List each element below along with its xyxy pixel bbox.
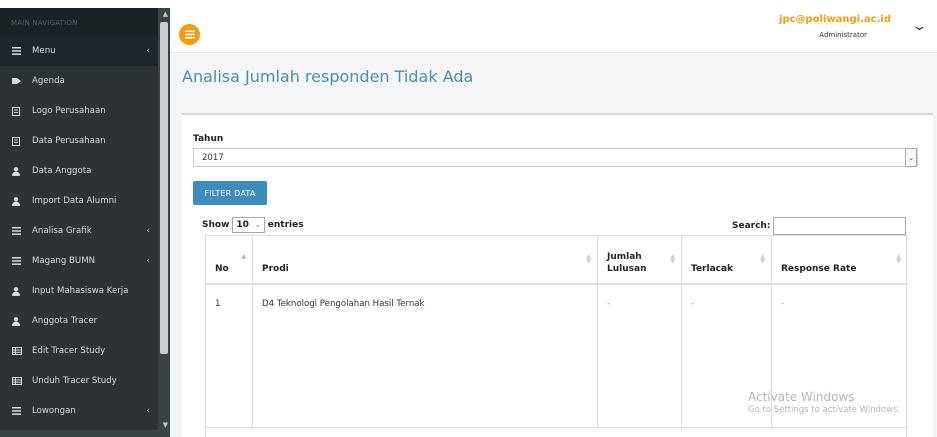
search-label: Search:: [732, 221, 771, 231]
sidebar-item-input-mahasiswa-kerja[interactable]: Input Mahasiswa Kerja: [0, 276, 170, 306]
sidebar-item-data-perusahaan[interactable]: Data Perusahaan: [0, 126, 170, 156]
column-header-prodi[interactable]: Prodi ▲ ▼: [253, 236, 598, 286]
sidebar-item-label: Anggota Tracer: [32, 316, 98, 326]
activate-windows-subtitle: Go to Settings to activate Windows.: [748, 405, 901, 415]
document-icon: [12, 136, 26, 146]
sidebar-menu: Menu ‹ Agenda Logo Perusahaan Data Perus…: [0, 36, 170, 426]
column-header-terlacak[interactable]: Terlacak ▲ ▼: [682, 236, 772, 286]
filter-data-button[interactable]: FILTER DATA: [193, 181, 267, 205]
top-strip: [0, 0, 937, 8]
activate-windows-title: Activate Windows: [748, 390, 855, 404]
top-navbar: jpc@poliwangi.ac.id Administrator ⌄: [170, 8, 937, 53]
table-row-next: [206, 427, 908, 437]
scroll-down-icon[interactable]: ▼: [163, 421, 168, 429]
scroll-up-icon[interactable]: ▲: [163, 10, 168, 18]
sidebar-header: MAIN NAVIGATION: [0, 8, 170, 36]
user-email[interactable]: jpc@poliwangi.ac.id: [779, 14, 891, 25]
user-icon: [12, 166, 26, 176]
tahun-select-value: 2017: [202, 153, 224, 163]
sort-icon: ▲ ▼: [896, 253, 901, 265]
bars-icon: [12, 47, 26, 55]
bars-icon: [12, 407, 26, 415]
sidebar-item-agenda[interactable]: Agenda: [0, 66, 170, 96]
sidebar-item-unduh-tracer-study[interactable]: Unduh Tracer Study: [0, 366, 170, 396]
sidebar-item-menu[interactable]: Menu ‹: [0, 36, 170, 66]
sidebar-item-magang-bumn[interactable]: Magang BUMN ‹: [0, 246, 170, 276]
search-input[interactable]: [773, 217, 906, 235]
sidebar-item-label: Edit Tracer Study: [32, 346, 106, 356]
document-icon: [12, 106, 26, 116]
sidebar-item-label: Data Anggota: [32, 166, 92, 176]
bars-icon: [12, 227, 26, 235]
user-icon: [12, 286, 26, 296]
sidebar-item-label: Agenda: [32, 76, 65, 86]
tahun-select[interactable]: 2017 ⌄: [193, 148, 918, 167]
sidebar-scroll-thumb[interactable]: [160, 22, 168, 354]
chevron-left-icon: ‹: [146, 256, 150, 266]
filter-box: Tahun 2017 ⌄ FILTER DATA Show 10 ⌄ entri…: [182, 113, 933, 437]
sidebar-item-label: Analisa Grafik: [32, 226, 92, 236]
table-header-row: No ▲ Prodi ▲ ▼ Jumlah Lulusan ▲ ▼ Terlacak…: [206, 235, 908, 286]
chevron-down-icon: ⌄: [254, 221, 261, 229]
sidebar-item-import-data-alumni[interactable]: Import Data Alumni: [0, 186, 170, 216]
show-label: Show: [202, 220, 230, 230]
sidebar-item-label: Lowongan: [32, 406, 76, 416]
table-icon: [12, 377, 26, 385]
cell-no: 1: [206, 285, 253, 427]
sidebar-item-logo-perusahaan[interactable]: Logo Perusahaan: [0, 96, 170, 126]
sidebar-item-analisa-grafik[interactable]: Analisa Grafik ‹: [0, 216, 170, 246]
chevron-down-icon[interactable]: ⌄: [912, 19, 927, 34]
hamburger-icon: [184, 30, 195, 39]
sidebar-item-label: Input Mahasiswa Kerja: [32, 286, 129, 296]
user-icon: [12, 196, 26, 206]
chevron-left-icon: ‹: [146, 46, 150, 56]
main-content: Analisa Jumlah responden Tidak Ada Tahun…: [170, 54, 937, 437]
bars-icon: [12, 257, 26, 265]
sidebar-item-data-anggota[interactable]: Data Anggota: [0, 156, 170, 186]
column-header-response-rate[interactable]: Response Rate ▲ ▼: [772, 236, 907, 286]
user-icon: [12, 316, 26, 326]
entries-select[interactable]: 10 ⌄: [232, 217, 265, 233]
sidebar-item-label: Data Perusahaan: [32, 136, 106, 146]
column-header-no[interactable]: No ▲: [206, 236, 253, 286]
table-icon: [12, 347, 26, 355]
sort-icon: ▲ ▼: [760, 253, 765, 265]
sidebar: MAIN NAVIGATION Menu ‹ Agenda Logo Perus…: [0, 8, 170, 437]
sort-asc-icon: ▲: [241, 253, 246, 260]
tag-icon: [12, 77, 26, 85]
sidebar-item-label: Menu: [32, 46, 56, 56]
entries-label: entries: [267, 220, 304, 230]
sort-icon: ▲ ▼: [586, 253, 591, 265]
chevron-left-icon: ‹: [146, 226, 150, 236]
sidebar-item-anggota-tracer[interactable]: Anggota Tracer: [0, 306, 170, 336]
sidebar-item-label: Logo Perusahaan: [32, 106, 106, 116]
sidebar-item-label: Import Data Alumni: [32, 196, 117, 206]
datatable-length: Show 10 ⌄ entries: [202, 217, 304, 233]
sidebar-scrollbar[interactable]: ▲ ▼: [158, 8, 170, 437]
sidebar-item-label: Magang BUMN: [32, 256, 96, 266]
user-role: Administrator: [819, 31, 867, 39]
sort-icon: ▲ ▼: [670, 253, 675, 265]
sidebar-item-label: Unduh Tracer Study: [32, 376, 117, 386]
cell-jumlah-lulusan: -: [598, 285, 682, 427]
sidebar-toggle-button[interactable]: [179, 24, 200, 45]
cell-prodi: D4 Teknologi Pengolahan Hasil Ternak: [253, 285, 598, 427]
page-title: Analisa Jumlah responden Tidak Ada: [182, 67, 474, 86]
sidebar-item-lowongan[interactable]: Lowongan ‹: [0, 396, 170, 426]
sidebar-item-edit-tracer-study[interactable]: Edit Tracer Study: [0, 336, 170, 366]
chevron-down-icon[interactable]: ⌄: [905, 148, 917, 167]
sidebar-horizontal-scrollbar[interactable]: [0, 430, 158, 437]
column-header-jumlah-lulusan[interactable]: Jumlah Lulusan ▲ ▼: [598, 236, 682, 286]
entries-select-value: 10: [236, 220, 249, 230]
tahun-label: Tahun: [193, 134, 224, 144]
chevron-left-icon: ‹: [146, 406, 150, 416]
